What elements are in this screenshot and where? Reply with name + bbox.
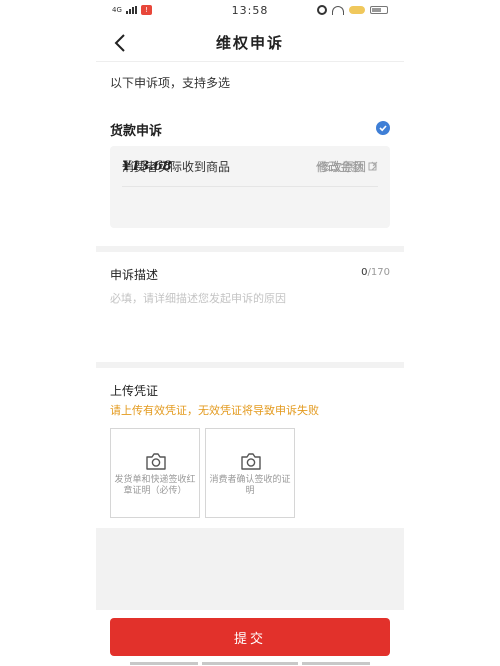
upload-evidence-section: 上传凭证 请上传有效凭证，无效凭证将导致申诉失败 发货单和快递签收红章证明（必传… <box>96 368 404 528</box>
upload-tile-label: 发货单和快递签收红章证明（必传） <box>114 475 196 496</box>
refund-appeal-section: 货款申诉 消费者实际收到商品 修改原因 ¥13.68 修改金额 <box>96 106 404 246</box>
camera-icon <box>146 453 166 470</box>
refund-detail-card: 消费者实际收到商品 修改原因 ¥13.68 修改金额 <box>110 146 390 228</box>
status-right <box>317 5 388 15</box>
upload-tile-receipt-proof[interactable]: 消费者确认签收的证明 <box>205 428 295 518</box>
description-section: 申诉描述 0/170 <box>96 252 404 362</box>
alarm-icon <box>317 5 327 15</box>
upload-title: 上传凭证 <box>110 384 159 398</box>
check-icon <box>379 125 387 132</box>
edit-icon <box>368 161 378 171</box>
edit-amount-button[interactable]: 修改金额 <box>316 158 378 175</box>
nav-bar: 维权申诉 <box>96 24 404 62</box>
card-divider <box>122 186 378 187</box>
description-title: 申诉描述 <box>110 268 159 282</box>
status-bar: 4G ! 13:58 <box>0 0 500 24</box>
camera-icon <box>241 453 261 470</box>
upload-warning: 请上传有效凭证，无效凭证将导致申诉失败 <box>110 404 319 417</box>
mode-icon <box>349 6 365 14</box>
wifi-icon <box>332 5 344 15</box>
upload-tile-delivery-proof[interactable]: 发货单和快递签收红章证明（必传） <box>110 428 200 518</box>
refund-amount-value: ¥13.68 <box>122 158 172 174</box>
home-indicator <box>302 662 370 665</box>
home-indicator <box>202 662 298 665</box>
status-time: 13:58 <box>231 4 269 17</box>
refund-appeal-checkbox[interactable] <box>376 121 390 135</box>
page-title: 维权申诉 <box>215 34 284 52</box>
upload-tile-label: 消费者确认签收的证明 <box>209 475 291 496</box>
description-input[interactable] <box>110 290 390 350</box>
battery-icon <box>370 6 388 14</box>
empty-background <box>96 528 404 610</box>
edit-amount-label: 修改金额 <box>315 159 364 174</box>
multi-select-hint: 以下申诉项，支持多选 <box>96 62 404 106</box>
submit-button[interactable]: 提交 <box>110 618 390 656</box>
refund-appeal-heading: 货款申诉 <box>110 124 163 139</box>
description-char-count: 0/170 <box>361 267 390 278</box>
refund-amount-row[interactable]: ¥13.68 修改金额 <box>110 146 390 186</box>
home-indicator <box>130 662 198 665</box>
char-count-max: /170 <box>367 267 390 278</box>
